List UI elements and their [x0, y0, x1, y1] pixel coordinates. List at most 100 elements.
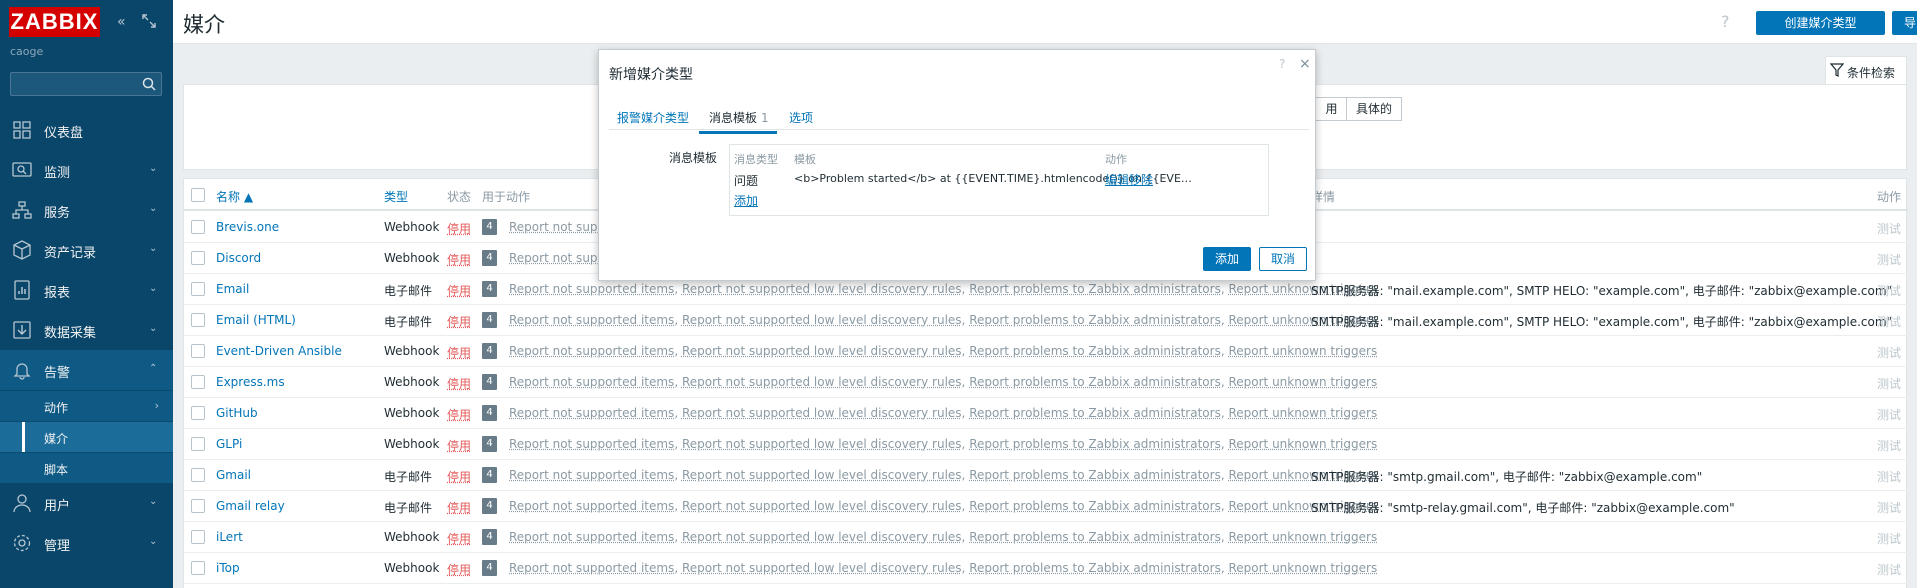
action-link[interactable]: Report not supported items — [509, 437, 674, 451]
action-link[interactable]: Report problems to Zabbix administrators — [969, 344, 1221, 358]
test-link[interactable]: 测试 — [1877, 499, 1901, 516]
status-toggle[interactable]: 停用 — [447, 313, 471, 330]
tab-message-templates[interactable]: 消息模板 1 — [699, 109, 777, 134]
action-link[interactable]: Report not supported items — [509, 499, 674, 513]
test-link[interactable]: 测试 — [1877, 530, 1901, 547]
row-checkbox[interactable] — [191, 220, 205, 234]
action-link[interactable]: Report not supported low level discovery… — [682, 437, 962, 451]
status-toggle[interactable]: 停用 — [447, 468, 471, 485]
row-checkbox[interactable] — [191, 251, 205, 265]
help-icon[interactable]: ? — [1721, 12, 1730, 31]
select-all-checkbox[interactable] — [191, 188, 205, 202]
media-type-name-link[interactable]: Email (HTML) — [216, 313, 296, 327]
action-link[interactable]: Report not supported items — [509, 530, 674, 544]
tab-media-type[interactable]: 报警媒介类型 — [617, 109, 689, 126]
action-link[interactable]: Report problems to Zabbix administrators — [969, 406, 1221, 420]
action-link[interactable]: Report problems to Zabbix administrators — [969, 282, 1221, 296]
media-type-name-link[interactable]: Gmail — [216, 468, 251, 482]
action-link[interactable]: Report not supported items — [509, 468, 674, 482]
row-checkbox[interactable] — [191, 313, 205, 327]
row-checkbox[interactable] — [191, 406, 205, 420]
test-link[interactable]: 测试 — [1877, 468, 1901, 485]
action-link[interactable]: Report not supported items — [509, 375, 674, 389]
menu-item-alerts[interactable]: 告警 ⌃ — [0, 350, 173, 390]
submenu-item-media[interactable]: 媒介 — [0, 421, 173, 453]
add-template-link[interactable]: 添加 — [734, 192, 758, 209]
media-type-name-link[interactable]: Express.ms — [216, 375, 285, 389]
status-toggle[interactable]: 停用 — [447, 499, 471, 516]
column-type[interactable]: 类型 — [384, 188, 408, 205]
action-link[interactable]: Report not supported items — [509, 406, 674, 420]
action-link[interactable]: Report unknown triggers — [1228, 437, 1377, 451]
status-toggle[interactable]: 停用 — [447, 375, 471, 392]
media-type-name-link[interactable]: iLert — [216, 530, 243, 544]
action-link[interactable]: Report not supported low level discovery… — [682, 561, 962, 575]
test-link[interactable]: 测试 — [1877, 313, 1901, 330]
test-link[interactable]: 测试 — [1877, 251, 1901, 268]
action-link[interactable]: Report problems to Zabbix administrators — [969, 468, 1221, 482]
action-link[interactable]: Report problems to Zabbix administrators — [969, 437, 1221, 451]
filter-tab[interactable]: 条件检索 — [1825, 56, 1907, 84]
help-icon[interactable]: ? — [1279, 57, 1285, 71]
menu-item-monitoring[interactable]: 监测 ⌄ — [0, 150, 173, 190]
status-toggle[interactable]: 停用 — [447, 561, 471, 578]
close-icon[interactable]: × — [1299, 56, 1311, 72]
menu-item-administration[interactable]: 管理 ⌄ — [0, 523, 173, 563]
action-link[interactable]: Report not supported low level discovery… — [682, 344, 962, 358]
tab-options[interactable]: 选项 — [789, 109, 813, 126]
action-link[interactable]: Report not supported items — [509, 561, 674, 575]
test-link[interactable]: 测试 — [1877, 437, 1901, 454]
action-link[interactable]: Report unknown triggers — [1228, 375, 1377, 389]
add-button[interactable]: 添加 — [1203, 247, 1251, 271]
menu-item-inventory[interactable]: 资产记录 ⌄ — [0, 230, 173, 270]
row-checkbox[interactable] — [191, 437, 205, 451]
submenu-item-scripts[interactable]: 脚本 — [0, 452, 173, 483]
action-link[interactable]: Report not supported items — [509, 313, 674, 327]
action-link[interactable]: Report not supported items — [509, 282, 674, 296]
menu-item-users[interactable]: 用户 ⌄ — [0, 483, 173, 523]
edit-template-link[interactable]: 编辑 — [1105, 171, 1129, 188]
test-link[interactable]: 测试 — [1877, 282, 1901, 299]
row-checkbox[interactable] — [191, 499, 205, 513]
media-type-name-link[interactable]: Discord — [216, 251, 261, 265]
action-link[interactable]: Report problems to Zabbix administrators — [969, 499, 1221, 513]
action-link[interactable]: Report not supported low level discovery… — [682, 282, 962, 296]
action-link[interactable]: Report unknown triggers — [1228, 561, 1377, 575]
status-enabled-segment[interactable]: 用 — [1315, 97, 1347, 121]
column-name[interactable]: 名称 ▲ — [216, 188, 253, 205]
media-type-name-link[interactable]: Gmail relay — [216, 499, 285, 513]
action-link[interactable]: Report not supported items — [509, 344, 674, 358]
action-link[interactable]: Report not supported low level discovery… — [682, 375, 962, 389]
row-checkbox[interactable] — [191, 468, 205, 482]
action-link[interactable]: Report problems to Zabbix administrators — [969, 375, 1221, 389]
action-link[interactable]: Report not supported low level discovery… — [682, 313, 962, 327]
action-link[interactable]: Report unknown triggers — [1228, 344, 1377, 358]
menu-item-data-collection[interactable]: 数据采集 ⌄ — [0, 310, 173, 350]
media-type-name-link[interactable]: Email — [216, 282, 249, 296]
menu-item-services[interactable]: 服务 ⌄ — [0, 190, 173, 230]
kiosk-mode-icon[interactable] — [141, 13, 157, 29]
status-toggle[interactable]: 停用 — [447, 220, 471, 237]
status-toggle[interactable]: 停用 — [447, 251, 471, 268]
test-link[interactable]: 测试 — [1877, 344, 1901, 361]
test-link[interactable]: 测试 — [1877, 375, 1901, 392]
test-link[interactable]: 测试 — [1877, 220, 1901, 237]
media-type-name-link[interactable]: GLPi — [216, 437, 242, 451]
test-link[interactable]: 测试 — [1877, 406, 1901, 423]
action-link[interactable]: Report unknown triggers — [1228, 530, 1377, 544]
row-checkbox[interactable] — [191, 282, 205, 296]
action-link[interactable]: Report not supported low level discovery… — [682, 406, 962, 420]
row-checkbox[interactable] — [191, 344, 205, 358]
row-checkbox[interactable] — [191, 375, 205, 389]
collapse-sidebar-icon[interactable]: « — [117, 14, 133, 30]
media-type-name-link[interactable]: Brevis.one — [216, 220, 279, 234]
status-toggle[interactable]: 停用 — [447, 530, 471, 547]
menu-item-dashboard[interactable]: 仪表盘 — [0, 110, 173, 150]
action-link[interactable]: Report unknown triggers — [1228, 406, 1377, 420]
media-type-name-link[interactable]: iTop — [216, 561, 240, 575]
submenu-item-actions[interactable]: 动作 › — [0, 390, 173, 421]
status-toggle[interactable]: 停用 — [447, 282, 471, 299]
create-media-type-button[interactable]: 创建媒介类型 — [1756, 11, 1885, 35]
media-type-name-link[interactable]: Event-Driven Ansible — [216, 344, 342, 358]
menu-item-reports[interactable]: 报表 ⌄ — [0, 270, 173, 310]
